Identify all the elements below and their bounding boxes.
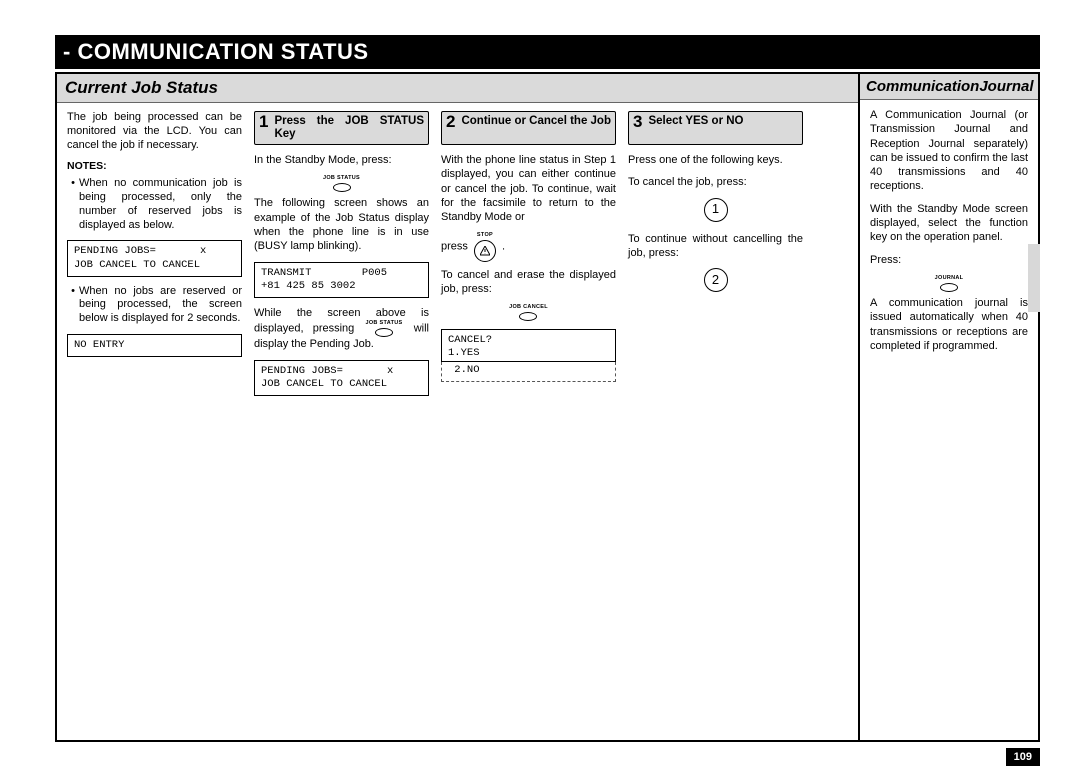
step-2-column: 2 Continue or Cancel the Job With the ph… bbox=[441, 111, 616, 404]
lcd-transmit: TRANSMIT P005 +81 425 85 3002 bbox=[254, 262, 429, 298]
section-title-right: Communication Journal bbox=[860, 74, 1038, 100]
job-status-key-icon: JOB STATUS bbox=[323, 175, 360, 192]
right-p1: A Communication Journal (or Transmission… bbox=[870, 108, 1028, 194]
current-job-status-section: Current Job Status The job being process… bbox=[55, 72, 860, 742]
oval-key-icon bbox=[519, 312, 537, 321]
job-status-key-icon-2: JOB STATUS bbox=[365, 320, 402, 337]
title-part-a: Communication bbox=[866, 78, 979, 95]
note-text-1: When no communication job is being proce… bbox=[79, 177, 242, 232]
press-stop-line: press STOP . bbox=[441, 232, 616, 261]
oval-key-icon bbox=[940, 283, 958, 292]
page-number: 109 bbox=[1006, 748, 1040, 766]
oval-key-icon bbox=[375, 328, 393, 337]
right-p2: With the Standby Mode screen displayed, … bbox=[870, 202, 1028, 245]
communication-journal-section: Communication Journal A Communication Jo… bbox=[860, 72, 1040, 742]
oval-key-icon bbox=[333, 183, 351, 192]
step-3-header: 3 Select YES or NO bbox=[628, 111, 803, 145]
step-2-p2: To cancel and erase the displayed job, p… bbox=[441, 268, 616, 297]
step-1-p1: In the Standby Mode, press: bbox=[254, 153, 429, 167]
lcd-cancel-bottom: 2.NO bbox=[441, 362, 616, 383]
note-bullet-2: • When no jobs are reserved or being pro… bbox=[67, 285, 242, 326]
step-1-title: Press the JOB STATUS Key bbox=[274, 115, 424, 140]
step-3-p2: To cancel the job, press: bbox=[628, 175, 803, 189]
step-2-number: 2 bbox=[446, 115, 455, 129]
numpad-1-icon: 1 bbox=[704, 198, 728, 222]
key-label: JOB CANCEL bbox=[509, 304, 548, 311]
edge-tab bbox=[1028, 244, 1040, 312]
lcd-cancel-top: CANCEL? 1.YES bbox=[441, 329, 616, 361]
job-cancel-key-icon: JOB CANCEL bbox=[509, 304, 548, 321]
key-label: STOP bbox=[474, 232, 496, 239]
step-3-column: 3 Select YES or NO Press one of the foll… bbox=[628, 111, 803, 404]
note-text-2: When no jobs are reserved or being proce… bbox=[79, 285, 242, 326]
intro-column: The job being processed can be monitored… bbox=[67, 111, 242, 404]
step-1-p3: While the screen above is displayed, pre… bbox=[254, 306, 429, 352]
intro-paragraph: The job being processed can be monitored… bbox=[67, 111, 242, 152]
step-1-p2: The following screen shows an example of… bbox=[254, 196, 429, 253]
stop-key-icon: STOP bbox=[474, 232, 496, 261]
title-part-b: Journal bbox=[979, 78, 1033, 95]
page-header: - COMMUNICATION STATUS bbox=[55, 35, 1040, 69]
note-bullet-1: • When no communication job is being pro… bbox=[67, 177, 242, 232]
step-3-title: Select YES or NO bbox=[648, 115, 743, 128]
key-label: JOB STATUS bbox=[365, 320, 402, 327]
right-p4: A communication journal is issued automa… bbox=[870, 296, 1028, 353]
round-stop-icon bbox=[474, 240, 496, 262]
key-label: JOURNAL bbox=[935, 275, 964, 282]
step-1-column: 1 Press the JOB STATUS Key In the Standb… bbox=[254, 111, 429, 404]
step-2-header: 2 Continue or Cancel the Job bbox=[441, 111, 616, 145]
step-2-title: Continue or Cancel the Job bbox=[461, 115, 611, 128]
step-3-number: 3 bbox=[633, 115, 642, 129]
lcd-pending-jobs-2: PENDING JOBS= x JOB CANCEL TO CANCEL bbox=[254, 360, 429, 396]
numpad-2-icon: 2 bbox=[704, 268, 728, 292]
key-label: JOB STATUS bbox=[323, 175, 360, 182]
right-p3: Press: bbox=[870, 253, 1028, 267]
step-3-p3: To continue without cancelling the job, … bbox=[628, 232, 803, 261]
section-title-left: Current Job Status bbox=[57, 74, 858, 103]
notes-heading: NOTES: bbox=[67, 160, 242, 173]
step-3-p1: Press one of the following keys. bbox=[628, 153, 803, 167]
lcd-no-entry: NO ENTRY bbox=[67, 334, 242, 357]
journal-key-icon: JOURNAL bbox=[935, 275, 964, 292]
step-1-header: 1 Press the JOB STATUS Key bbox=[254, 111, 429, 145]
lcd-pending-jobs: PENDING JOBS= x JOB CANCEL TO CANCEL bbox=[67, 240, 242, 276]
step-1-number: 1 bbox=[259, 115, 268, 129]
press-word: press bbox=[441, 241, 468, 253]
step-2-p1: With the phone line status in Step 1 dis… bbox=[441, 153, 616, 224]
main-content: Current Job Status The job being process… bbox=[55, 72, 1040, 742]
